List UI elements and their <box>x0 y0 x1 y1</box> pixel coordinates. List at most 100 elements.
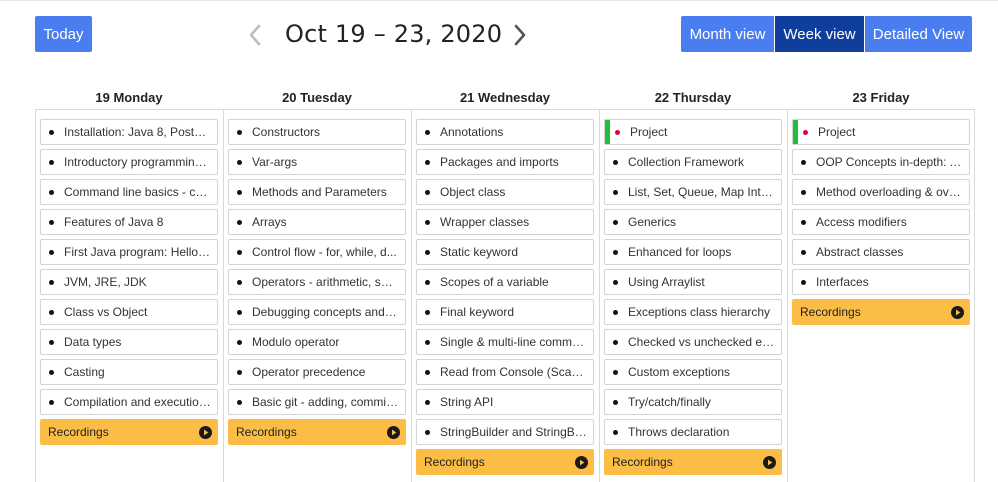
event-item[interactable]: Methods and Parameters <box>228 179 406 205</box>
detailed-view-button[interactable]: Detailed View <box>864 16 972 52</box>
event-item[interactable]: Command line basics - cd, ... <box>40 179 218 205</box>
bullet-dot-icon <box>613 339 618 345</box>
event-title: Try/catch/finally <box>628 395 711 409</box>
event-item[interactable]: Generics <box>604 209 782 235</box>
event-item[interactable]: Installation: Java 8, Postgre... <box>40 119 218 145</box>
event-item[interactable]: Abstract classes <box>792 239 970 265</box>
event-item[interactable]: Control flow - for, while, d... <box>228 239 406 265</box>
event-title: Enhanced for loops <box>628 245 732 259</box>
recordings-button[interactable]: Recordings <box>792 299 970 325</box>
event-title: Control flow - for, while, d... <box>252 245 397 259</box>
event-item[interactable]: Modulo operator <box>228 329 406 355</box>
bullet-dot-icon <box>49 159 54 165</box>
event-title: Collection Framework <box>628 155 745 169</box>
event-item[interactable]: StringBuilder and StringBuf... <box>416 419 594 445</box>
bullet-dot-icon <box>49 339 54 345</box>
event-item[interactable]: String API <box>416 389 594 415</box>
event-title: Single & multi-line comments <box>440 335 587 349</box>
event-item[interactable]: Try/catch/finally <box>604 389 782 415</box>
event-title: Final keyword <box>440 305 515 319</box>
event-item[interactable]: Enhanced for loops <box>604 239 782 265</box>
bullet-dot-icon <box>425 339 430 345</box>
event-item[interactable]: Data types <box>40 329 218 355</box>
bullet-dot-icon <box>613 159 618 165</box>
event-item[interactable]: Operator precedence <box>228 359 406 385</box>
today-button[interactable]: Today <box>35 16 92 52</box>
event-title: List, Set, Queue, Map Inter... <box>628 185 775 199</box>
bullet-dot-icon <box>613 189 618 195</box>
event-item[interactable]: Constructors <box>228 119 406 145</box>
event-item[interactable]: Method overloading & ove... <box>792 179 970 205</box>
prev-week-button[interactable] <box>242 20 268 50</box>
week-view-button[interactable]: Week view <box>774 16 864 52</box>
event-item[interactable]: Throws declaration <box>604 419 782 445</box>
event-item[interactable]: Operators - arithmetic, sho... <box>228 269 406 295</box>
recordings-button[interactable]: Recordings <box>604 449 782 475</box>
chevron-right-icon <box>514 24 526 46</box>
event-item[interactable]: Interfaces <box>792 269 970 295</box>
event-item[interactable]: Annotations <box>416 119 594 145</box>
event-item[interactable]: Class vs Object <box>40 299 218 325</box>
event-item[interactable]: List, Set, Queue, Map Inter... <box>604 179 782 205</box>
event-title: Methods and Parameters <box>252 185 387 199</box>
event-item[interactable]: Introductory programming ... <box>40 149 218 175</box>
project-event[interactable]: Project <box>604 119 782 145</box>
event-item[interactable]: Object class <box>416 179 594 205</box>
event-title: Modulo operator <box>252 335 340 349</box>
event-item[interactable]: Packages and imports <box>416 149 594 175</box>
week-calendar: 19 Monday Installation: Java 8, Postgre..… <box>35 88 975 482</box>
event-title: Arrays <box>252 215 287 229</box>
event-item[interactable]: Read from Console (Scann... <box>416 359 594 385</box>
recordings-label: Recordings <box>612 455 673 469</box>
event-title: Operators - arithmetic, sho... <box>252 275 399 289</box>
recordings-button[interactable]: Recordings <box>416 449 594 475</box>
event-item[interactable]: Arrays <box>228 209 406 235</box>
bullet-dot-icon <box>801 189 806 195</box>
event-item[interactable]: Features of Java 8 <box>40 209 218 235</box>
event-item[interactable]: Exceptions class hierarchy <box>604 299 782 325</box>
event-item[interactable]: Collection Framework <box>604 149 782 175</box>
event-title: Constructors <box>252 125 321 139</box>
project-event[interactable]: Project <box>792 119 970 145</box>
event-item[interactable]: Compilation and execution... <box>40 389 218 415</box>
event-item[interactable]: Checked vs unchecked exc... <box>604 329 782 355</box>
event-item[interactable]: JVM, JRE, JDK <box>40 269 218 295</box>
bullet-dot-icon <box>803 129 808 135</box>
recordings-label: Recordings <box>48 425 109 439</box>
event-item[interactable]: Scopes of a variable <box>416 269 594 295</box>
event-item[interactable]: Custom exceptions <box>604 359 782 385</box>
next-week-button[interactable] <box>507 20 533 50</box>
recordings-button[interactable]: Recordings <box>40 419 218 445</box>
event-item[interactable]: Final keyword <box>416 299 594 325</box>
event-item[interactable]: Wrapper classes <box>416 209 594 235</box>
day-header: 23 Friday <box>787 88 975 110</box>
event-item[interactable]: Single & multi-line comments <box>416 329 594 355</box>
event-item[interactable]: Var-args <box>228 149 406 175</box>
month-view-button[interactable]: Month view <box>681 16 774 52</box>
event-title: Project <box>630 125 668 139</box>
event-item[interactable]: Access modifiers <box>792 209 970 235</box>
bullet-dot-icon <box>49 369 54 375</box>
event-item[interactable]: Static keyword <box>416 239 594 265</box>
day-events: Annotations Packages and imports Object cl… <box>411 110 599 482</box>
event-item[interactable]: Debugging concepts and t... <box>228 299 406 325</box>
event-item[interactable]: First Java program: Hello ... <box>40 239 218 265</box>
event-title: JVM, JRE, JDK <box>64 275 147 289</box>
event-item[interactable]: Using Arraylist <box>604 269 782 295</box>
event-title: Interfaces <box>816 275 869 289</box>
bullet-dot-icon <box>613 279 618 285</box>
bullet-dot-icon <box>237 219 242 225</box>
bullet-dot-icon <box>237 339 242 345</box>
event-item[interactable]: OOP Concepts in-depth: A... <box>792 149 970 175</box>
event-title: Debugging concepts and t... <box>252 305 399 319</box>
bullet-dot-icon <box>801 249 806 255</box>
event-title: Scopes of a variable <box>440 275 549 289</box>
event-item[interactable]: Casting <box>40 359 218 385</box>
day-header: 21 Wednesday <box>411 88 599 110</box>
event-title: Custom exceptions <box>628 365 731 379</box>
event-item[interactable]: Basic git - adding, committi... <box>228 389 406 415</box>
recordings-button[interactable]: Recordings <box>228 419 406 445</box>
project-color-bar <box>605 120 610 144</box>
bullet-dot-icon <box>237 249 242 255</box>
play-circle-icon <box>575 455 588 469</box>
